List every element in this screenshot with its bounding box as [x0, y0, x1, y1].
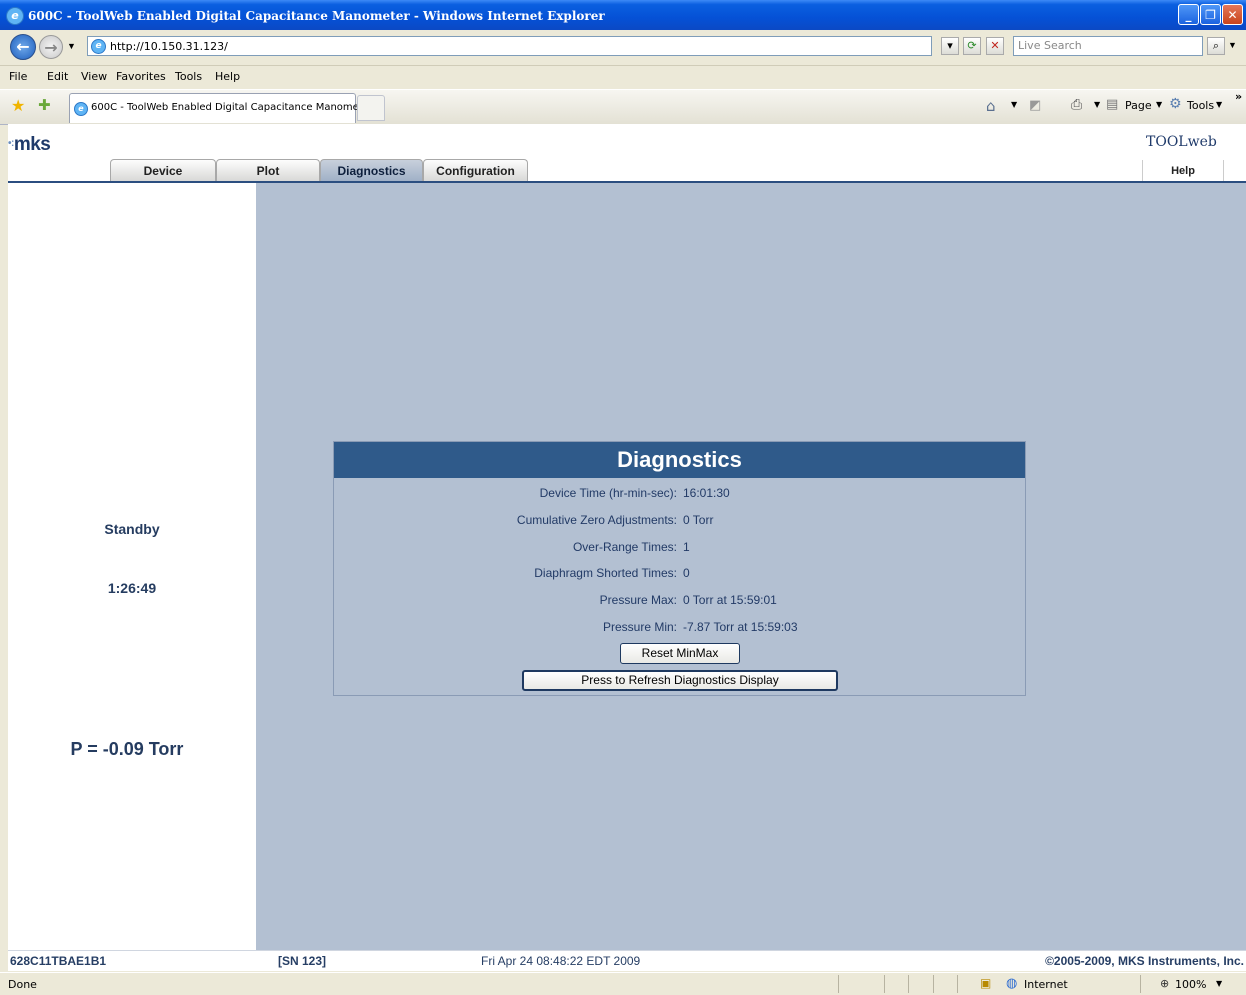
window-title: 600C - ToolWeb Enabled Digital Capacitan…: [28, 9, 605, 23]
tab-configuration[interactable]: Configuration: [423, 159, 528, 182]
pressure-min-value: -7.87 Torr at 15:59:03: [683, 620, 798, 634]
menu-help[interactable]: Help: [215, 70, 240, 83]
tab-diagnostics[interactable]: Diagnostics: [320, 159, 423, 182]
device-time-value: 16:01:30: [683, 486, 730, 500]
favorites-star-icon[interactable]: ★: [11, 96, 25, 115]
address-dropdown-icon[interactable]: ▾: [941, 37, 959, 55]
tools-menu[interactable]: Tools: [1187, 99, 1214, 112]
zero-adjustments-label: Cumulative Zero Adjustments:: [516, 513, 677, 527]
home-icon[interactable]: ⌂: [986, 97, 996, 115]
home-dropdown-icon[interactable]: ▼: [1011, 100, 1017, 109]
zero-adjustments-value: 0 Torr: [683, 513, 714, 527]
pressure-min-label: Pressure Min:: [602, 620, 677, 634]
menu-bar: File Edit View Favorites Tools Help: [0, 66, 1246, 88]
diagnostics-panel: Diagnostics Device Time (hr-min-sec): 16…: [333, 441, 1026, 696]
back-button[interactable]: ←: [10, 34, 36, 60]
search-icon[interactable]: ⌕: [1207, 37, 1225, 55]
over-range-label: Over-Range Times:: [572, 540, 677, 554]
left-status-panel: [8, 183, 256, 950]
tab-page-icon: e: [74, 102, 88, 116]
page-icon: e: [91, 39, 106, 54]
toolbar-overflow-icon[interactable]: »: [1235, 90, 1242, 103]
ie-logo-icon: e: [6, 7, 24, 25]
footer-date: Fri Apr 24 08:48:22 EDT 2009: [481, 954, 641, 968]
maximize-button[interactable]: ❐: [1200, 4, 1221, 25]
diaphragm-shorted-label: Diaphragm Shorted Times:: [534, 566, 677, 580]
menu-file[interactable]: File: [9, 70, 27, 83]
copyright: ©2005-2009, MKS Instruments, Inc.: [1045, 954, 1244, 968]
pressure-max-value: 0 Torr at 15:59:01: [683, 593, 777, 607]
page-menu-dropdown-icon[interactable]: ▼: [1156, 100, 1162, 109]
stop-icon[interactable]: ✕: [986, 37, 1004, 55]
pressure-readout: P = -0.09 Torr: [70, 739, 184, 759]
new-tab-button[interactable]: [357, 95, 385, 121]
search-options-icon[interactable]: ▼: [1228, 40, 1237, 50]
toolweb-logo: TOOLweb: [1146, 134, 1217, 150]
feeds-icon[interactable]: ◩: [1029, 98, 1041, 113]
page-menu-icon: ▤: [1106, 97, 1119, 112]
tools-gear-icon: ⚙: [1169, 96, 1182, 112]
device-uptime: 1:26:49: [107, 580, 157, 596]
diagnostics-title: Diagnostics: [334, 442, 1025, 478]
mks-logo: •:mks: [8, 134, 51, 156]
device-time-label: Device Time (hr-min-sec):: [539, 486, 677, 500]
zoom-dropdown-icon[interactable]: ▼: [1216, 979, 1222, 988]
minimize-button[interactable]: _: [1178, 4, 1199, 25]
browser-tab-label: 600C - ToolWeb Enabled Digital Capacitan…: [91, 102, 374, 113]
help-link[interactable]: Help: [1142, 160, 1224, 182]
mks-logo-text: mks: [13, 134, 51, 155]
close-button[interactable]: ✕: [1222, 4, 1243, 25]
menu-favorites[interactable]: Favorites: [116, 70, 166, 83]
refresh-icon[interactable]: ⟳: [963, 37, 981, 55]
over-range-value: 1: [683, 540, 690, 554]
menu-edit[interactable]: Edit: [47, 70, 68, 83]
browser-tab-active[interactable]: e 600C - ToolWeb Enabled Digital Capacit…: [69, 93, 373, 123]
model-number: 628C11TBAE1B1: [10, 954, 107, 968]
tab-plot[interactable]: Plot: [216, 159, 320, 182]
diaphragm-shorted-value: 0: [683, 566, 690, 580]
reset-minmax-button[interactable]: Reset MinMax: [620, 643, 740, 664]
serial-number: [SN 123]: [278, 954, 327, 968]
device-status: Standby: [104, 521, 160, 537]
menu-tools[interactable]: Tools: [175, 70, 202, 83]
menu-view[interactable]: View: [81, 70, 107, 83]
history-dropdown-icon[interactable]: ▼: [67, 41, 76, 51]
internet-globe-icon: ◍: [1006, 976, 1018, 991]
zoom-icon: ⊕: [1160, 977, 1170, 990]
forward-button[interactable]: →: [39, 35, 63, 59]
tab-bar: ★ ✚ e 600C - ToolWeb Enabled Digital Cap…: [0, 89, 1246, 125]
address-toolbar: ← → ▼ http://10.150.31.123/ e ▾ ⟳ ✕ Live…: [0, 30, 1246, 66]
page-footer: 628C11TBAE1B1 [SN 123] Fri Apr 24 08:48:…: [8, 950, 1246, 971]
tools-menu-dropdown-icon[interactable]: ▼: [1216, 100, 1222, 109]
print-icon[interactable]: ⎙: [1071, 97, 1082, 113]
add-favorite-icon[interactable]: ✚: [38, 96, 51, 114]
zoom-level[interactable]: 100%: [1175, 978, 1206, 991]
refresh-diagnostics-button[interactable]: Press to Refresh Diagnostics Display: [522, 670, 838, 691]
search-input[interactable]: Live Search: [1013, 36, 1203, 56]
pressure-max-label: Pressure Max:: [599, 593, 677, 607]
address-input[interactable]: http://10.150.31.123/: [87, 36, 932, 56]
page-menu[interactable]: Page: [1125, 99, 1152, 112]
window-titlebar: e 600C - ToolWeb Enabled Digital Capacit…: [0, 0, 1246, 30]
protected-mode-icon: ▣: [980, 976, 992, 990]
tab-device[interactable]: Device: [110, 159, 216, 182]
status-bar: Done ▣ ◍ Internet ⊕ 100% ▼: [0, 972, 1246, 995]
status-text: Done: [8, 978, 37, 991]
print-dropdown-icon[interactable]: ▼: [1094, 100, 1100, 109]
security-zone[interactable]: Internet: [1024, 978, 1068, 991]
